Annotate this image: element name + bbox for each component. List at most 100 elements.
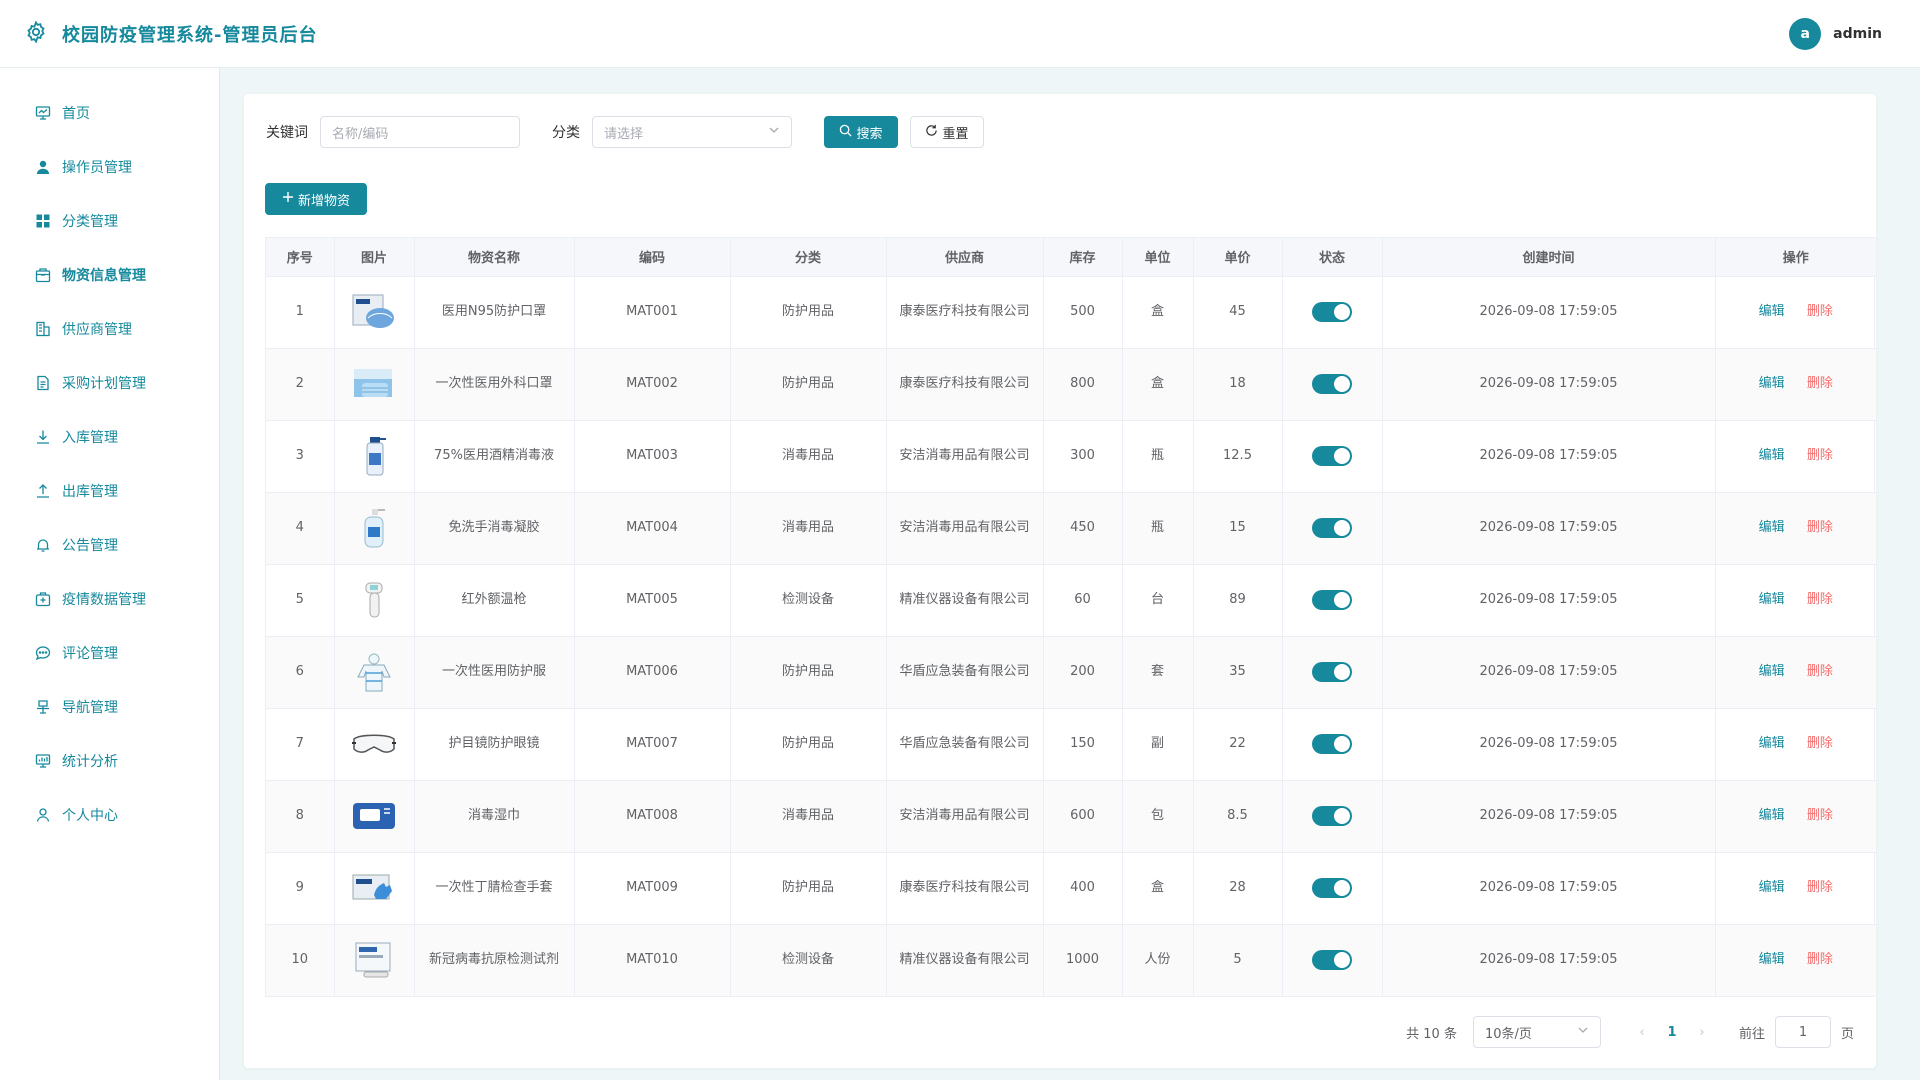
edit-button[interactable]: 编辑 [1759,808,1785,823]
username[interactable]: admin [1833,26,1882,42]
cell-category: 检测设备 [730,564,887,637]
cell-actions: 编辑 删除 [1715,348,1876,421]
category-select[interactable]: 请选择 [592,116,792,148]
column-header: 物资名称 [414,238,575,277]
cell-category: 防护用品 [730,636,887,709]
cell-actions: 编辑 删除 [1715,852,1876,925]
user-menu[interactable]: a admin [1789,17,1896,50]
column-header: 分类 [730,238,887,277]
delete-button[interactable]: 删除 [1807,880,1833,895]
cell-category: 消毒用品 [730,780,887,853]
cell-category: 防护用品 [730,852,887,925]
status-toggle[interactable] [1312,878,1352,898]
cell-category: 防护用品 [730,708,887,781]
avatar[interactable]: a [1789,17,1822,50]
cell-unit: 套 [1122,636,1194,709]
status-toggle[interactable] [1312,806,1352,826]
cell-status [1282,564,1383,637]
page-number-current[interactable]: 1 [1655,1025,1689,1040]
prev-page-icon[interactable]: ‹ [1629,1025,1655,1040]
sidebar-item-person[interactable]: 个人中心 [0,788,219,842]
sidebar-item-label: 导航管理 [62,700,118,716]
cell-status [1282,636,1383,709]
status-toggle[interactable] [1312,950,1352,971]
edit-button[interactable]: 编辑 [1759,664,1785,679]
cell-stock: 450 [1043,492,1123,565]
column-header: 供应商 [886,238,1044,277]
cell-actions: 编辑 删除 [1715,564,1876,637]
edit-button[interactable]: 编辑 [1759,448,1785,463]
edit-button[interactable]: 编辑 [1759,952,1785,967]
sidebar-item-grid[interactable]: 分类管理 [0,194,219,248]
cell-name: 一次性医用外科口罩 [414,348,575,421]
add-material-button[interactable]: 新增物资 [265,183,367,215]
category-select-placeholder: 请选择 [604,126,644,142]
materials-table: 序号 图片 物资名称 编码 分类 供应商 库存 单位 单价 状态 创建时间 操作 1 医用N95防护口… [265,237,1876,997]
edit-button[interactable]: 编辑 [1759,304,1785,319]
cell-unit: 台 [1122,564,1194,637]
cell-price: 45 [1193,276,1283,349]
sidebar-item-guide[interactable]: 导航管理 [0,680,219,734]
keyword-input[interactable]: 名称/编码 [320,116,520,148]
status-toggle[interactable] [1312,446,1352,466]
delete-button[interactable]: 删除 [1807,448,1833,463]
cell-category: 防护用品 [730,348,887,421]
cell-image [334,420,415,493]
sidebar-item-upload[interactable]: 出库管理 [0,464,219,518]
delete-button[interactable]: 删除 [1807,304,1833,319]
status-toggle[interactable] [1312,302,1352,322]
delete-button[interactable]: 删除 [1807,592,1833,607]
cell-unit: 盒 [1122,852,1194,925]
edit-button[interactable]: 编辑 [1759,376,1785,391]
table-row: 4 免洗手消毒凝胶 MAT004 消毒用品 安洁消毒用品有限公司 450 瓶 1… [266,492,1876,565]
next-page-icon[interactable]: › [1689,1025,1715,1040]
sidebar-item-chat[interactable]: 评论管理 [0,626,219,680]
status-toggle[interactable] [1312,374,1352,394]
settings-icon[interactable] [24,20,48,48]
sidebar-item-medical-box[interactable]: 疫情数据管理 [0,572,219,626]
cell-created: 2026-09-08 17:59:05 [1382,348,1716,421]
main-card: 关键词 名称/编码 分类 请选择 搜索 重置 新增物资 序号 图片 物资名称 编… [244,94,1876,1068]
table-row: 9 一次性丁腈检查手套 MAT009 防护用品 康泰医疗科技有限公司 400 盒… [266,852,1876,925]
sidebar-item-bell[interactable]: 公告管理 [0,518,219,572]
edit-button[interactable]: 编辑 [1759,880,1785,895]
status-toggle[interactable] [1312,590,1352,610]
sidebar-item-download[interactable]: 入库管理 [0,410,219,464]
column-header: 序号 [266,238,335,277]
sidebar-item-user[interactable]: 操作员管理 [0,140,219,194]
sidebar-item-chart[interactable]: 统计分析 [0,734,219,788]
goto-page-input[interactable]: 1 [1774,1016,1831,1048]
search-button[interactable]: 搜索 [824,116,898,148]
sidebar-item-label: 出库管理 [62,484,118,500]
cell-code: MAT001 [574,276,731,349]
sidebar-item-dashboard[interactable]: 首页 [0,86,219,140]
edit-button[interactable]: 编辑 [1759,736,1785,751]
sidebar-item-package[interactable]: 物资信息管理 [0,248,219,302]
sidebar-item-label: 分类管理 [62,214,118,230]
page-size-select[interactable]: 10条/页 [1472,1016,1601,1048]
delete-button[interactable]: 删除 [1807,520,1833,535]
pump-bottle-image [349,506,399,550]
sidebar-item-document[interactable]: 采购计划管理 [0,356,219,410]
status-toggle[interactable] [1312,518,1352,538]
delete-button[interactable]: 删除 [1807,376,1833,391]
page-suffix: 页 [1840,1026,1854,1042]
delete-button[interactable]: 删除 [1807,808,1833,823]
delete-button[interactable]: 删除 [1807,952,1833,967]
status-toggle[interactable] [1312,734,1352,754]
status-toggle[interactable] [1312,662,1352,682]
edit-button[interactable]: 编辑 [1759,520,1785,535]
upload-icon [34,482,52,500]
keyword-label: 关键词 [266,125,308,141]
cell-index: 9 [266,852,335,925]
wipes-pack-image [349,794,399,838]
table-row: 5 红外额温枪 MAT005 检测设备 精准仪器设备有限公司 60 台 89 2… [266,564,1876,637]
delete-button[interactable]: 删除 [1807,664,1833,679]
cell-created: 2026-09-08 17:59:05 [1382,276,1716,349]
cell-code: MAT006 [574,636,731,709]
reset-button[interactable]: 重置 [910,116,984,148]
delete-button[interactable]: 删除 [1807,736,1833,751]
sidebar-item-building[interactable]: 供应商管理 [0,302,219,356]
edit-button[interactable]: 编辑 [1759,592,1785,607]
cell-price: 89 [1193,564,1283,637]
